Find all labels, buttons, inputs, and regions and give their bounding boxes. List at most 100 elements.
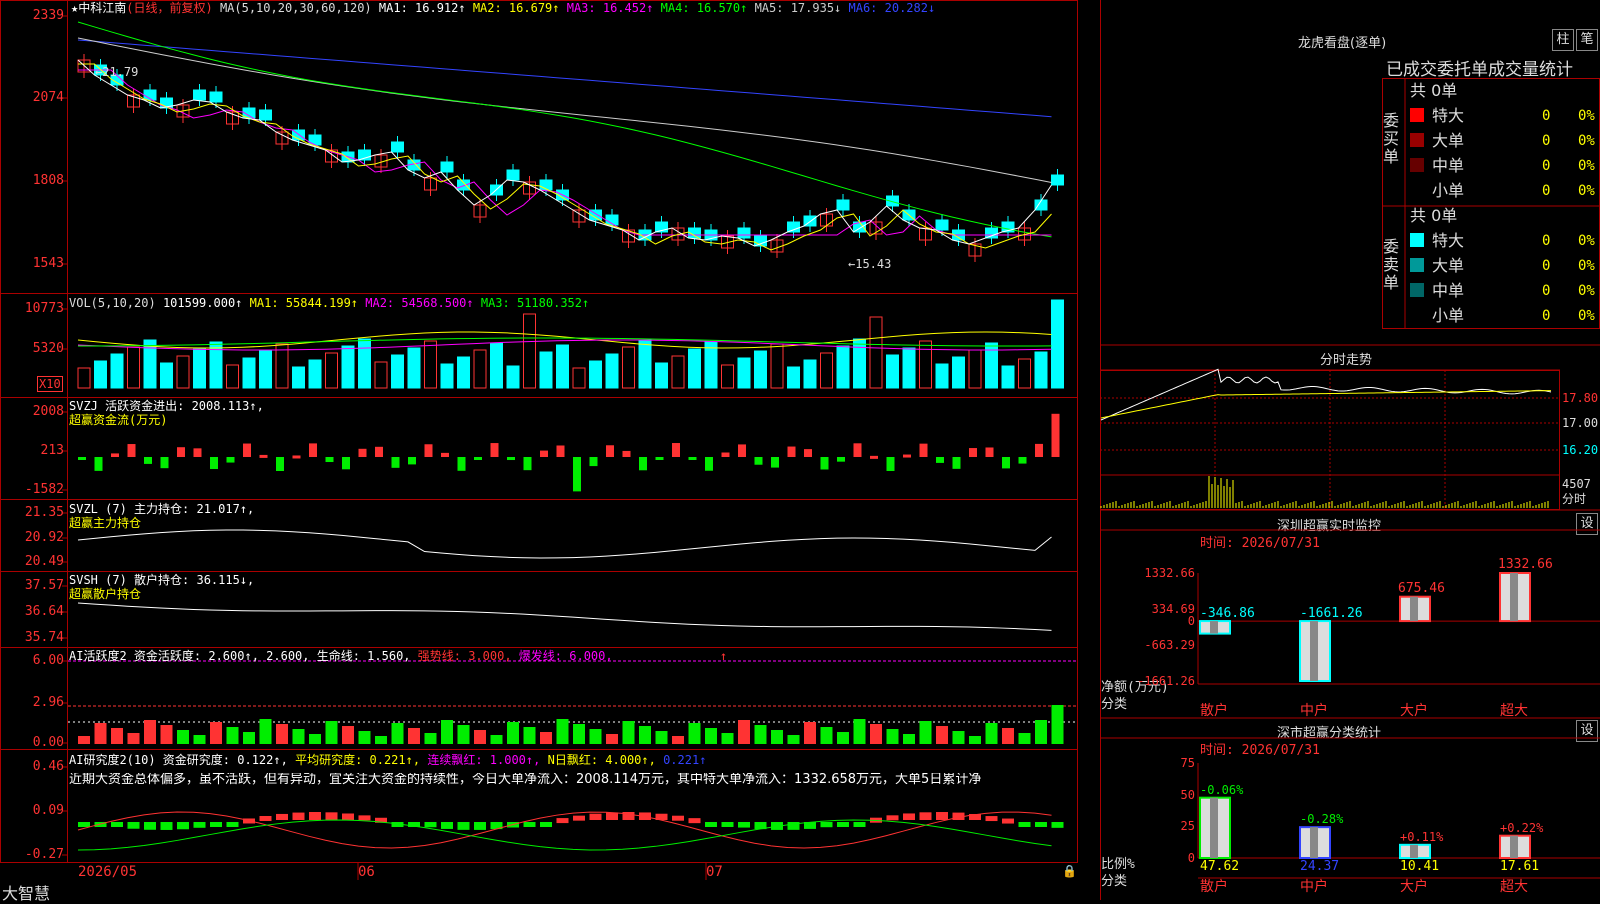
ai-active-bar-41 xyxy=(754,725,767,744)
ai-active-bar-53 xyxy=(952,731,965,744)
ai-research-bar-59 xyxy=(1051,822,1064,828)
sell-total: 共 0单 xyxy=(1410,206,1458,225)
color-swatch-icon xyxy=(1410,308,1424,322)
color-swatch-icon xyxy=(1410,283,1424,297)
sz-class-value-2: 10.41 xyxy=(1400,859,1440,874)
ai-research-bar-5 xyxy=(160,822,173,830)
buy-side-label: 委买单 xyxy=(1383,111,1400,166)
ai-research-bar-51 xyxy=(919,812,932,820)
svsh-title: SVSH (7) 散户持仓: 36.115↓, xyxy=(69,573,255,587)
low-price-mark: ←15.43 xyxy=(848,257,892,271)
svzj-bar-12 xyxy=(276,457,284,471)
ai-research-bar-36 xyxy=(672,815,684,821)
vol-bar-8 xyxy=(209,341,223,389)
lock-icon[interactable]: 🔒 xyxy=(1062,864,1077,878)
ai-research-bar-2 xyxy=(111,822,123,827)
vol-bar-40 xyxy=(737,357,751,389)
ai-research-bar-23 xyxy=(457,822,470,830)
main-ytick-3: 1543 xyxy=(32,256,64,271)
app-logo[interactable]: 大智慧 xyxy=(2,880,50,904)
svsh-line xyxy=(77,602,1052,631)
candle-body-14 xyxy=(308,134,322,146)
ai-active-bar-12 xyxy=(276,724,288,744)
sz-class-value-1: 24.37 xyxy=(1300,859,1340,874)
svzj-ytick-2: -1582 xyxy=(24,482,64,497)
ai-research-bar-57 xyxy=(1018,822,1031,827)
ma-params: MA(5,10,20,30,60,120) xyxy=(219,1,372,15)
ai-research-bar-22 xyxy=(441,822,453,829)
ai-research-ytick-2: -0.27 xyxy=(24,847,64,862)
sz-monitor-settings-button[interactable]: 设 xyxy=(1576,513,1598,535)
buy-label-1: 大单 xyxy=(1432,131,1465,150)
ai-active-bar-48 xyxy=(870,724,882,744)
ai-active-bar-23 xyxy=(457,725,470,744)
svzj-bar-59 xyxy=(1051,413,1060,457)
sz-monitor-cat-3: 超大 xyxy=(1500,703,1528,719)
ai-research-bar-27 xyxy=(523,822,536,827)
sz-class-title: 深市超赢分类统计 xyxy=(1277,726,1382,741)
vol-unit-label[interactable]: X10 xyxy=(37,376,63,392)
ai-active-ytick-2: 0.00 xyxy=(32,735,64,750)
ai-active-bar-46 xyxy=(837,732,849,744)
ai-research-bar-0 xyxy=(78,822,90,827)
svzj-title: SVZJ 活跃资金进出: 2008.113↑, xyxy=(69,399,264,413)
sz-monitor-ytick-0: 1332.66 xyxy=(1144,566,1195,580)
ai-research-bar-24 xyxy=(474,822,486,830)
vol-bar-52 xyxy=(935,363,949,389)
ai-active-burst: 爆发线: 6.000, xyxy=(518,649,613,663)
ai-active-bar-19 xyxy=(391,723,404,744)
main-header: ★中科江南(日线，前复权) MA(5,10,20,30,60,120) MA1:… xyxy=(71,1,935,15)
intraday-title: 分时走势 xyxy=(1320,353,1373,368)
sz-monitor-ytick-2: 0 xyxy=(1187,614,1195,629)
candle-body-43 xyxy=(787,221,800,233)
ai-active-main: AI活跃度2 资金活跃度: 2.600↑, 2.600, 生命线: 1.560, xyxy=(69,649,411,663)
lhb-subtitle: 已成交委托单成交量统计 xyxy=(1386,60,1573,80)
sz-class-ytick-2: 25 xyxy=(1180,819,1195,834)
vol-bar-12 xyxy=(275,343,289,389)
ai-active-title: AI活跃度2 资金活跃度: 2.600↑, 2.600, 生命线: 1.560,… xyxy=(69,649,727,663)
svzj-bar-0 xyxy=(78,457,86,460)
buy-count-1: 0 xyxy=(1542,133,1551,149)
svzj-bar-25 xyxy=(490,443,499,457)
buy-count-2: 0 xyxy=(1542,158,1551,174)
vol-bar-32 xyxy=(605,353,619,389)
vol-bar-21 xyxy=(424,340,437,389)
sell-row-2: 中单 xyxy=(1410,280,1464,302)
ai-research-bar-40 xyxy=(738,822,750,828)
svzj-bar-1 xyxy=(94,457,103,471)
sz-monitor-bar-label-0: -346.86 xyxy=(1200,606,1255,622)
sz-class-settings-button[interactable]: 设 xyxy=(1576,720,1598,742)
ai-active-bar-20 xyxy=(408,728,420,744)
candle-body-55 xyxy=(985,227,998,239)
ai-research-bar-12 xyxy=(276,813,288,820)
vol-bar-50 xyxy=(902,347,916,389)
svzj-bar-23 xyxy=(457,457,466,471)
x-label-jun: 06 xyxy=(358,864,375,880)
vol-bar-16 xyxy=(341,345,355,389)
vol-bar-7 xyxy=(193,348,206,389)
ai-research-ytick-0: 0.46 xyxy=(32,759,64,774)
vol-bar-4 xyxy=(143,339,157,389)
ai-research-bar-3 xyxy=(127,822,140,829)
stroke-view-button[interactable]: 笔 xyxy=(1576,29,1598,51)
vol-bar-39 xyxy=(721,364,734,389)
column-view-button[interactable]: 柱 xyxy=(1552,29,1574,51)
ai-research-bar-13 xyxy=(292,812,305,820)
kline-chart-area[interactable]: ★中科江南(日线，前复权) MA(5,10,20,30,60,120) MA1:… xyxy=(0,0,1100,903)
svzj-bar-46 xyxy=(837,457,845,462)
ai-active-bar-47 xyxy=(853,719,866,744)
ai-active-bar-35 xyxy=(655,731,668,744)
ai-research-bar-55 xyxy=(985,816,998,822)
vol-bar-10 xyxy=(242,357,256,389)
ai-research-ytick-1: 0.09 xyxy=(32,803,64,818)
sz-monitor-bar-label-2: 675.46 xyxy=(1398,580,1445,596)
ai-active-ytick-0: 6.00 xyxy=(32,653,64,668)
candle-body-22 xyxy=(440,161,454,173)
sz-class-value-0: 47.62 xyxy=(1200,859,1240,874)
sz-class-x-title: 分类 xyxy=(1101,874,1128,889)
ai-active-bar-7 xyxy=(193,735,206,744)
sell-pct-3: 0% xyxy=(1578,308,1595,324)
sz-class-change-3: +0.22% xyxy=(1500,820,1544,835)
vol-bar-53 xyxy=(952,356,965,389)
main-ytick-0: 2339 xyxy=(32,8,64,23)
